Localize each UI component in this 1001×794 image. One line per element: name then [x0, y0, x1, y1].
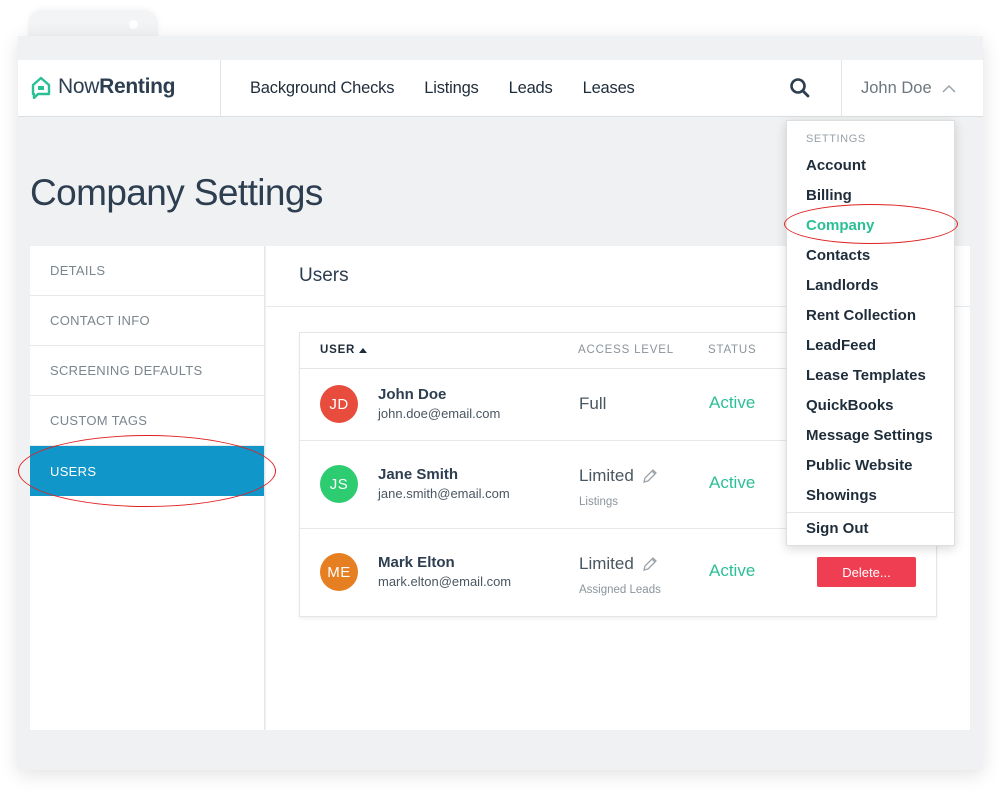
chevron-up-icon: [942, 84, 956, 93]
nav-listings[interactable]: Listings: [424, 79, 479, 98]
menu-item-quickbooks[interactable]: QuickBooks: [806, 397, 894, 414]
menu-item-account[interactable]: Account: [806, 157, 866, 174]
menu-item-landlords[interactable]: Landlords: [806, 277, 879, 294]
access-scope-label: Listings: [579, 496, 618, 508]
user-name-cell: Jane Smith: [378, 466, 459, 483]
status-cell: Active: [709, 393, 756, 412]
menu-divider: [787, 512, 954, 513]
access-level-cell: Full: [579, 394, 607, 413]
house-chat-icon: [31, 76, 51, 99]
nav-leases[interactable]: Leases: [583, 79, 635, 98]
user-name-cell: John Doe: [378, 386, 447, 403]
access-scope-label: Assigned Leads: [579, 584, 661, 596]
menu-item-billing[interactable]: Billing: [806, 187, 852, 204]
sidebar-item-screening-defaults[interactable]: SCREENING DEFAULTS: [30, 346, 264, 396]
user-email-cell: mark.elton@email.com: [378, 574, 512, 589]
user-email-cell: jane.smith@email.com: [378, 486, 510, 501]
nav-divider: [220, 60, 221, 116]
annotation-circle-company: [784, 204, 958, 244]
access-level-cell: Limited: [579, 466, 658, 486]
delete-user-button[interactable]: Delete...: [817, 557, 916, 587]
nav-leads[interactable]: Leads: [509, 79, 553, 98]
menu-item-sign-out[interactable]: Sign Out: [806, 520, 869, 537]
user-name: John Doe: [861, 78, 932, 97]
search-icon[interactable]: [788, 76, 812, 100]
sidebar-item-details[interactable]: DETAILS: [30, 246, 264, 296]
logo[interactable]: NowRenting: [30, 72, 175, 102]
main-nav: Background Checks Listings Leads Leases: [250, 60, 665, 116]
page-title: Company Settings: [30, 172, 323, 213]
column-user[interactable]: USER: [320, 344, 368, 356]
sort-ascending-icon: [359, 347, 368, 353]
top-navbar: NowRenting Background Checks Listings Le…: [18, 60, 983, 117]
user-name-cell: Mark Elton: [378, 554, 455, 571]
user-email-cell: john.doe@email.com: [378, 406, 501, 421]
menu-item-leadfeed[interactable]: LeadFeed: [806, 337, 876, 354]
user-divider: [841, 60, 842, 116]
dropdown-heading: SETTINGS: [806, 133, 866, 145]
annotation-circle-users: [18, 435, 276, 507]
menu-item-lease-templates[interactable]: Lease Templates: [806, 367, 926, 384]
column-status: STATUS: [708, 344, 757, 356]
user-menu-toggle[interactable]: John Doe: [861, 60, 956, 116]
pencil-icon[interactable]: [642, 556, 658, 572]
sidebar-item-contact-info[interactable]: CONTACT INFO: [30, 296, 264, 346]
menu-item-contacts[interactable]: Contacts: [806, 247, 870, 264]
logo-text-light: Now: [58, 75, 100, 98]
avatar: JS: [320, 465, 358, 503]
menu-item-message-settings[interactable]: Message Settings: [806, 427, 933, 444]
menu-item-public-website[interactable]: Public Website: [806, 457, 912, 474]
status-cell: Active: [709, 561, 756, 580]
menu-item-showings[interactable]: Showings: [806, 487, 877, 504]
logo-text-bold: Renting: [99, 75, 176, 98]
access-level-cell: Limited: [579, 554, 658, 574]
menu-item-rent-collection[interactable]: Rent Collection: [806, 307, 916, 324]
settings-dropdown-menu: SETTINGS Account Billing Company Contact…: [786, 120, 955, 546]
avatar: JD: [320, 385, 358, 423]
avatar: ME: [320, 553, 358, 591]
nav-background-checks[interactable]: Background Checks: [250, 79, 394, 98]
column-access-level: ACCESS LEVEL: [578, 344, 674, 356]
status-cell: Active: [709, 473, 756, 492]
pencil-icon[interactable]: [642, 468, 658, 484]
